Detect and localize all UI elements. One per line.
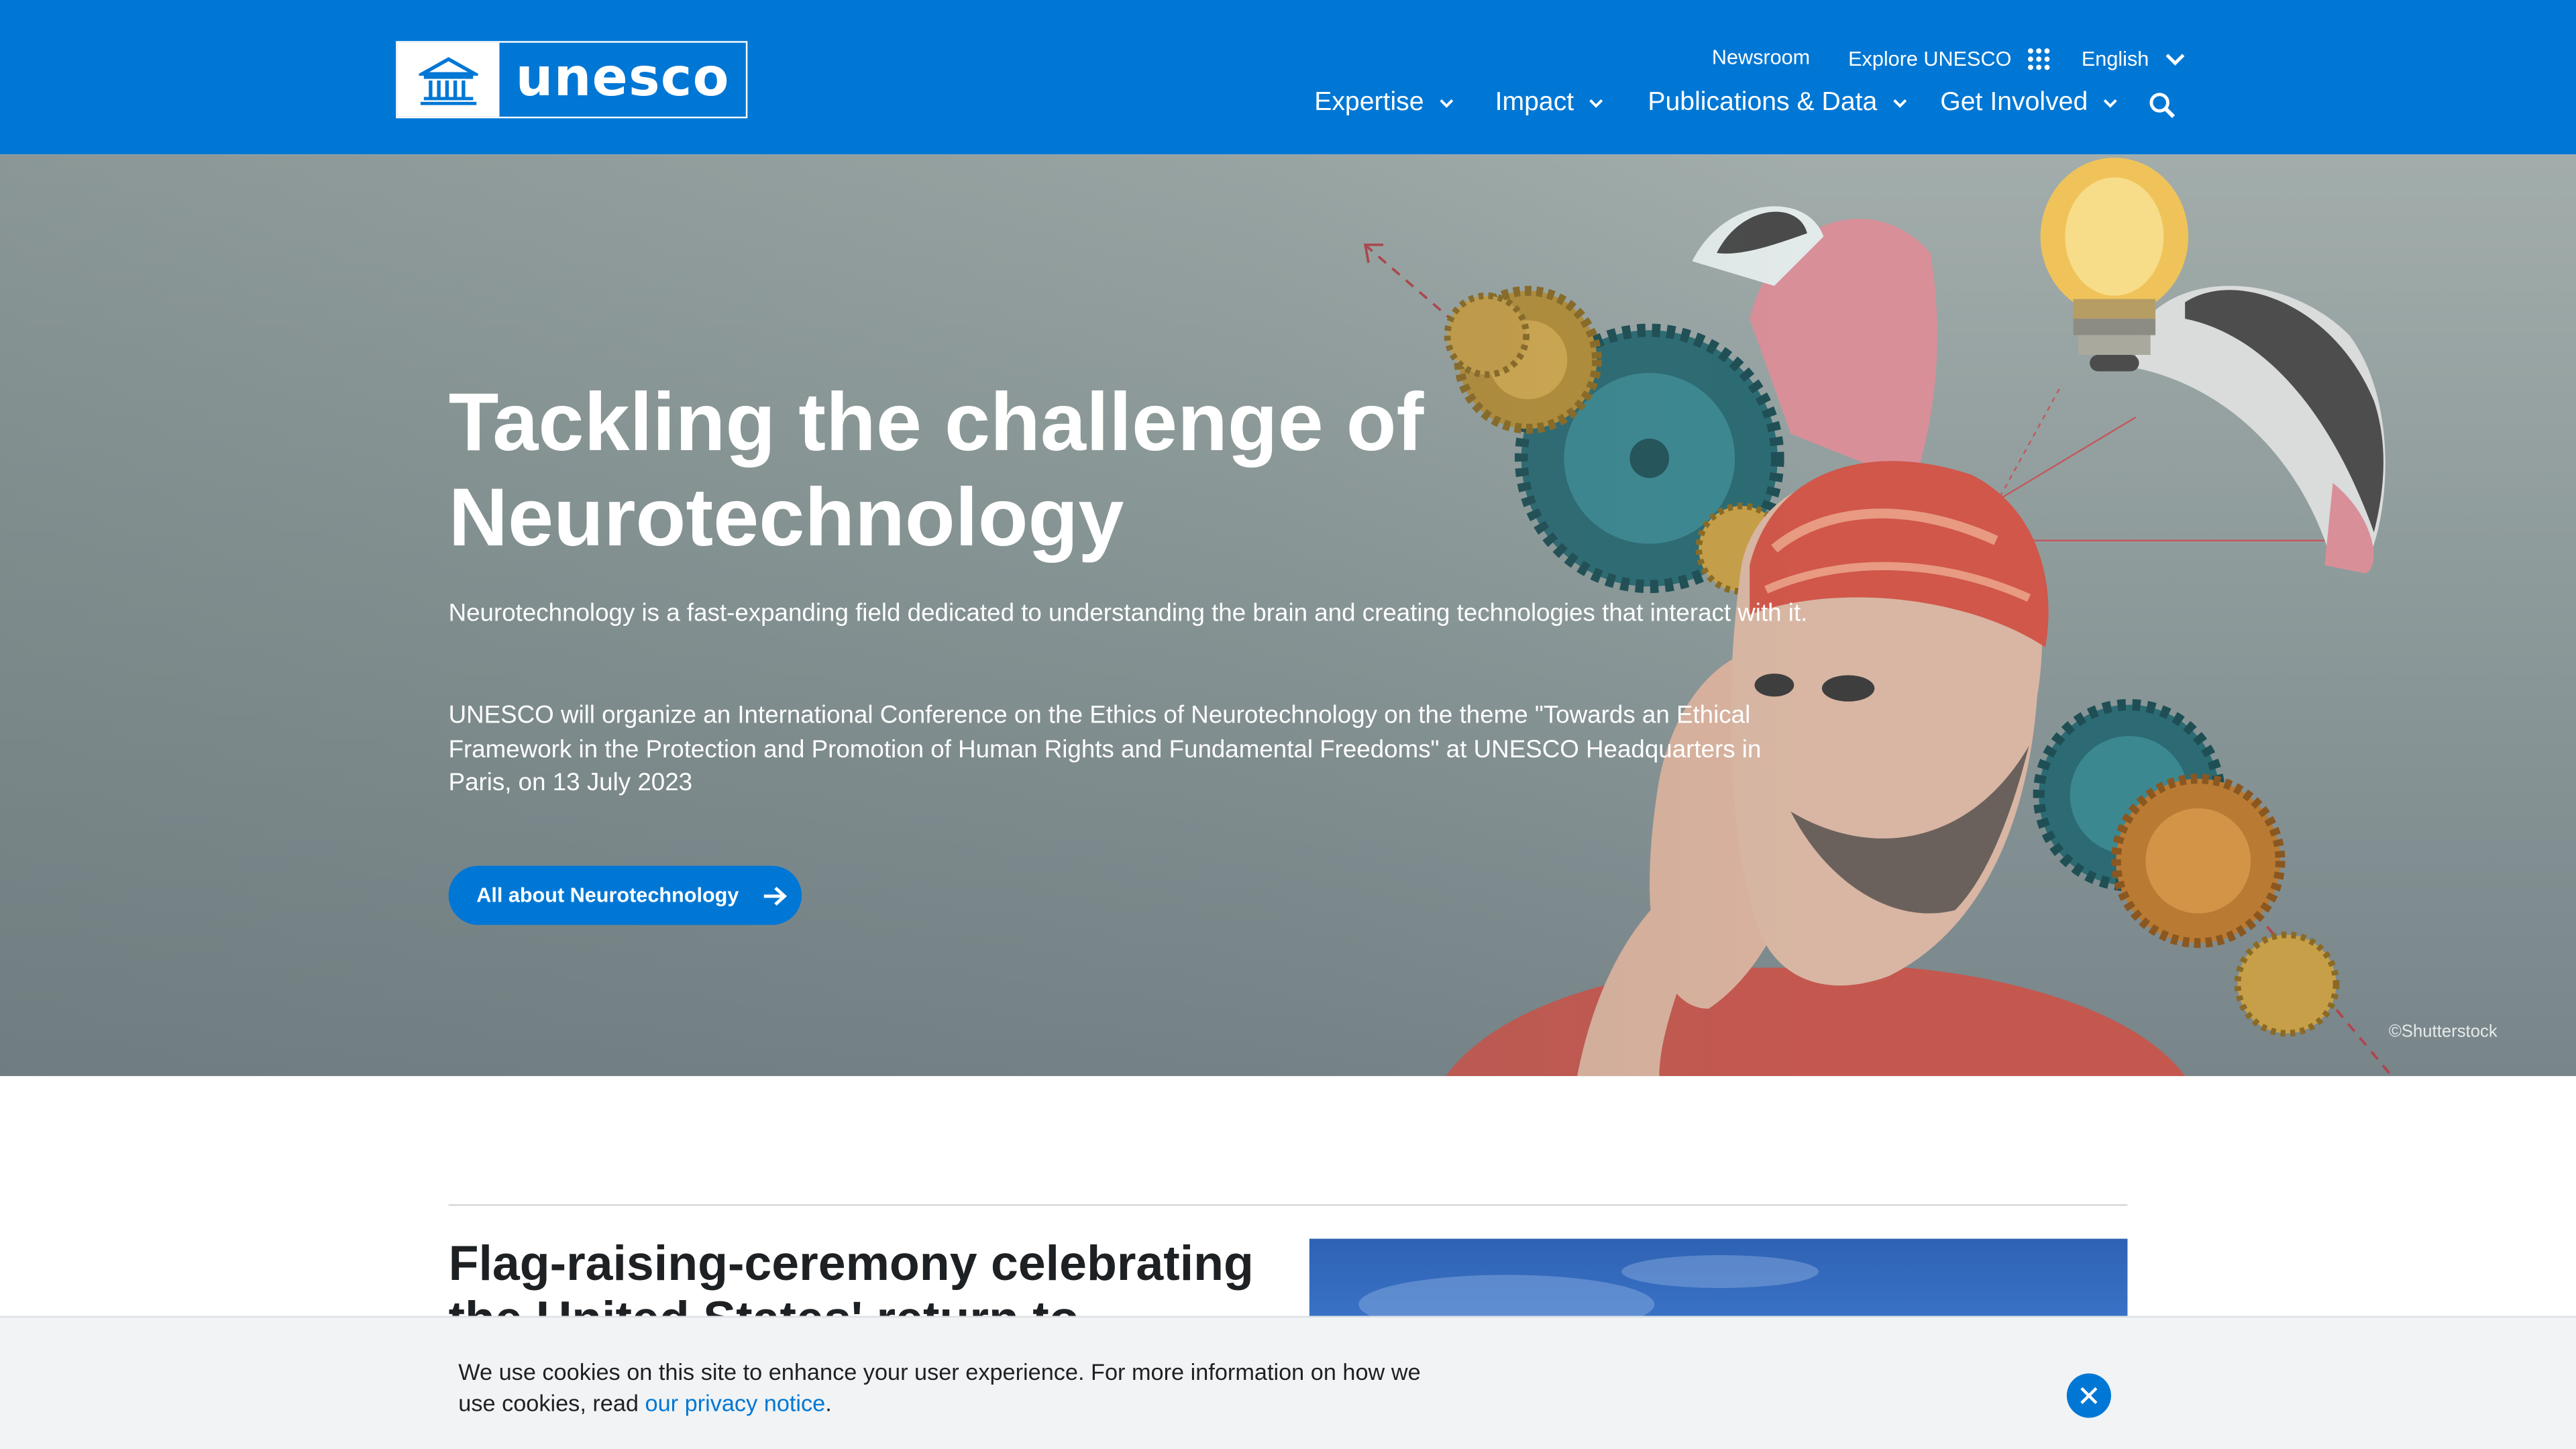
nav-publications-label: Publications & Data: [1648, 89, 1878, 117]
search-button[interactable]: [2149, 92, 2176, 118]
newsroom-link[interactable]: Newsroom: [1712, 46, 1810, 69]
cookie-banner: We use cookies on this site to enhance y…: [0, 1316, 2576, 1449]
nav-impact[interactable]: Impact: [1495, 89, 1604, 118]
image-credit: ©Shutterstock: [2388, 1022, 2498, 1042]
nav-get-involved-label: Get Involved: [1940, 89, 2088, 117]
nav-get-involved[interactable]: Get Involved: [1940, 89, 2117, 118]
language-label: English: [2081, 48, 2149, 71]
chevron-down-icon: [2102, 99, 2117, 109]
nav-impact-label: Impact: [1495, 89, 1574, 117]
logo-wordmark: unesco: [515, 46, 730, 109]
hero-cta-label: All about Neurotechnology: [476, 883, 739, 907]
cookie-message: We use cookies on this site to enhance y…: [458, 1357, 1444, 1418]
chevron-down-icon: [1589, 99, 1603, 109]
privacy-notice-link[interactable]: our privacy notice: [645, 1389, 826, 1415]
close-icon: [2080, 1387, 2098, 1405]
cookie-text-before: We use cookies on this site to enhance y…: [458, 1358, 1421, 1415]
hero-conference-paragraph: UNESCO will organize an International Co…: [448, 701, 1762, 797]
hero-title: Tackling the challenge of Neurotechnolog…: [448, 376, 1424, 564]
newsroom-label: Newsroom: [1711, 46, 1811, 69]
language-selector[interactable]: English: [2082, 48, 2185, 70]
chevron-down-icon: [1892, 99, 1907, 109]
hero-intro-paragraph: Neurotechnology is a fast-expanding fiel…: [448, 599, 1808, 628]
cookie-close-button[interactable]: [2066, 1373, 2111, 1418]
unesco-logo[interactable]: unesco: [396, 41, 748, 119]
hero-banner: Tackling the challenge of Neurotechnolog…: [0, 154, 2576, 1077]
section-divider: [448, 1204, 2128, 1206]
search-icon: [2149, 92, 2176, 118]
nav-expertise[interactable]: Expertise: [1314, 89, 1453, 118]
all-about-neurotechnology-button[interactable]: All about Neurotechnology: [448, 865, 802, 925]
explore-unesco-label: Explore UNESCO: [1848, 48, 2012, 71]
arrow-right-icon: [762, 885, 787, 906]
temple-emblem-icon: [397, 42, 500, 117]
nav-publications-data[interactable]: Publications & Data: [1648, 89, 1907, 118]
cookie-text-after: .: [825, 1389, 832, 1415]
grid-icon: [2028, 48, 2051, 70]
site-header: unesco Newsroom Explore UNESCO English E…: [0, 0, 2576, 155]
explore-unesco-link[interactable]: Explore UNESCO: [1848, 48, 2051, 70]
chevron-down-icon: [1439, 99, 1454, 109]
nav-expertise-label: Expertise: [1314, 89, 1424, 117]
chevron-down-icon: [2165, 52, 2185, 66]
